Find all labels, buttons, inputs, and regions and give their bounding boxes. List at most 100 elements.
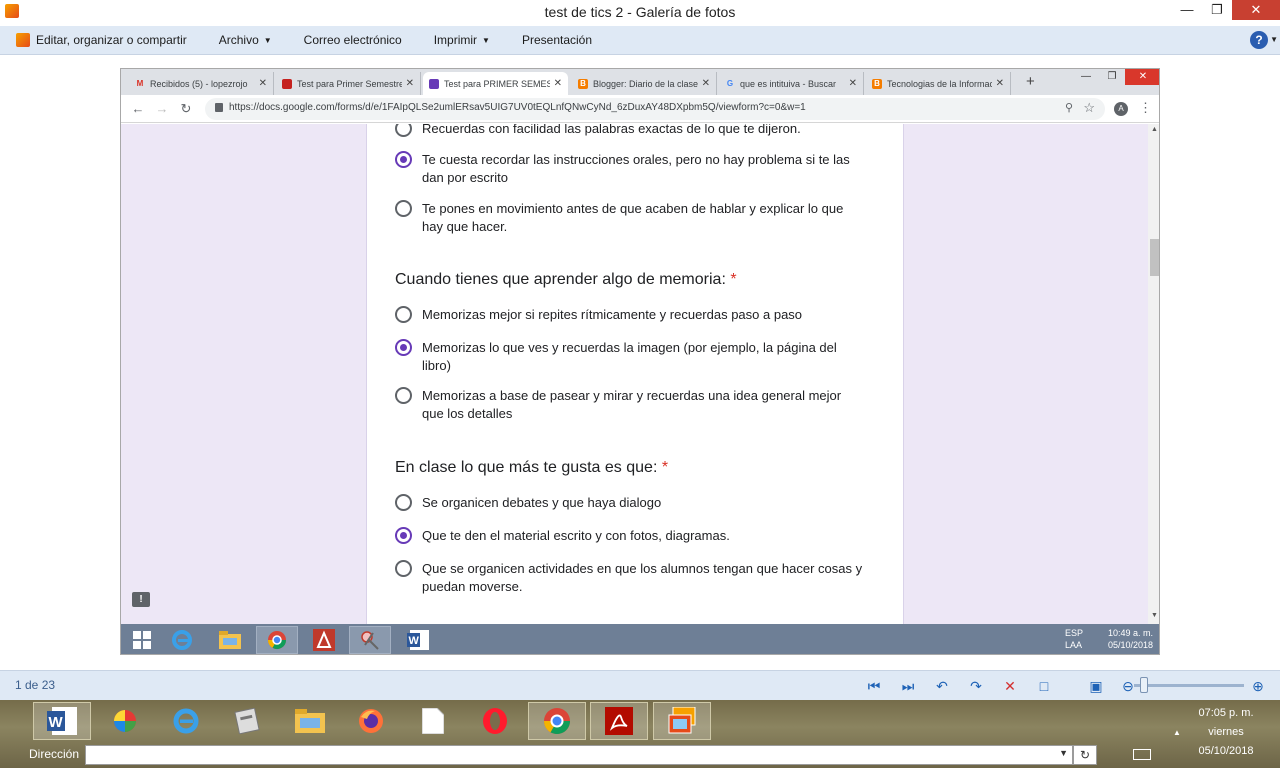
menu-dots-icon[interactable]: ⋮ (1139, 100, 1152, 116)
chrome-icon[interactable] (256, 626, 298, 654)
file-explorer-icon[interactable] (281, 702, 339, 740)
chrome-icon[interactable] (528, 702, 586, 740)
internet-explorer-icon[interactable] (157, 702, 215, 740)
browser-tab[interactable]: G que es intituiva - Buscar ✕ (719, 72, 864, 95)
keyboard-icon[interactable] (1133, 749, 1151, 760)
radio-button[interactable] (395, 387, 412, 404)
tray-clock[interactable]: 10:49 a. m. 05/10/2018 (1108, 627, 1153, 651)
radio-button[interactable] (395, 306, 412, 323)
page-scrollbar[interactable]: ▲ ▼ (1148, 124, 1159, 624)
back-arrow-icon[interactable]: ← (129, 100, 147, 118)
scanner-icon[interactable] (218, 702, 276, 740)
forward-arrow-icon[interactable]: → (153, 100, 171, 118)
help-icon[interactable]: ? (1250, 31, 1268, 49)
close-button[interactable]: ✕ (1125, 69, 1159, 85)
close-button[interactable]: ✕ (1232, 0, 1280, 20)
radio-option[interactable]: Se organicen debates y que haya dialogo (395, 494, 865, 512)
color-wheel-icon[interactable] (96, 702, 154, 740)
photo-gallery-icon (16, 33, 30, 47)
browser-tabstrip: M Recibidos (5) - lopezrojo ✕ Test para … (121, 69, 1159, 95)
address-toolbar-label: Dirección (29, 747, 80, 761)
internet-explorer-icon[interactable] (161, 626, 203, 654)
zoom-slider[interactable] (1134, 684, 1244, 687)
word-icon[interactable]: W (397, 626, 439, 654)
radio-option[interactable]: Que se organicen actividades en que los … (395, 560, 865, 596)
snipping-tool-icon[interactable] (349, 626, 391, 654)
file-explorer-icon[interactable] (209, 626, 251, 654)
browser-tab[interactable]: Test para Primer Semestre ✕ (276, 72, 421, 95)
svg-text:W: W (409, 635, 420, 647)
scroll-thumb[interactable] (1150, 239, 1159, 276)
zoom-in-icon[interactable]: ⊕ (1248, 676, 1268, 696)
photo-gallery-icon[interactable] (653, 702, 711, 740)
delete-icon[interactable]: ✕ (1000, 676, 1020, 696)
rotate-right-icon[interactable]: ↷ (966, 676, 986, 696)
profile-avatar[interactable]: A (1114, 102, 1128, 116)
minimize-button[interactable]: — (1073, 69, 1099, 85)
acrobat-icon[interactable] (590, 702, 648, 740)
tray-language[interactable]: ESP LAA (1065, 627, 1083, 651)
radio-button[interactable] (395, 200, 412, 217)
start-windows-icon[interactable] (121, 626, 163, 654)
chevron-down-icon[interactable]: ▼ (1059, 748, 1068, 758)
browser-tab[interactable]: B Tecnologias de la Información ✕ (866, 72, 1011, 95)
radio-option[interactable]: Que te den el material escrito y con fot… (395, 527, 865, 545)
minimize-button[interactable]: — (1172, 0, 1202, 20)
zoom-slider-thumb[interactable] (1140, 677, 1148, 693)
zoom-icon[interactable]: ⚲ (1065, 101, 1073, 114)
radio-button-checked[interactable] (395, 339, 412, 356)
radio-option[interactable]: Memorizas lo que ves y recuerdas la imag… (395, 339, 865, 375)
radio-option[interactable]: Te pones en movimiento antes de que acab… (395, 200, 865, 236)
radio-option[interactable]: Recuerdas con facilidad las palabras exa… (395, 124, 865, 138)
radio-option[interactable]: Te cuesta recordar las instrucciones ora… (395, 151, 865, 187)
scroll-up-icon[interactable]: ▲ (1151, 126, 1158, 133)
browser-tab[interactable]: B Blogger: Diario de la clase ✕ (572, 72, 717, 95)
feedback-icon[interactable]: ! (132, 592, 150, 607)
close-tab-icon[interactable]: ✕ (554, 78, 562, 89)
slideshow-icon[interactable]: □ (1034, 676, 1054, 696)
radio-option[interactable]: Memorizas mejor si repites rítmicamente … (395, 306, 865, 324)
menu-archivo[interactable]: Archivo ▼ (203, 26, 288, 55)
radio-button[interactable] (395, 560, 412, 577)
new-tab-icon[interactable]: + (1026, 73, 1035, 90)
gallery-menubar: Editar, organizar o compartir Archivo ▼ C… (0, 26, 1280, 55)
menu-correo[interactable]: Correo electrónico (288, 26, 418, 55)
firefox-icon[interactable] (342, 702, 400, 740)
address-toolbar-input[interactable]: ▼ (85, 745, 1073, 765)
previous-icon[interactable]: ⏮ (864, 676, 884, 696)
next-icon[interactable]: ⏭ (898, 676, 918, 696)
menu-imprimir[interactable]: Imprimir ▼ (418, 26, 506, 55)
actual-size-icon[interactable]: ▣ (1086, 676, 1106, 696)
maximize-button[interactable]: ❐ (1099, 69, 1125, 85)
blank-document-icon[interactable] (404, 702, 462, 740)
url-text[interactable]: https://docs.google.com/forms/d/e/1FAIpQ… (229, 102, 806, 113)
menu-edit-organize-share[interactable]: Editar, organizar o compartir (0, 26, 203, 55)
reload-icon[interactable]: ↻ (177, 100, 195, 118)
scroll-down-icon[interactable]: ▼ (1151, 612, 1158, 619)
caret-down-icon: ▼ (263, 35, 272, 45)
close-tab-icon[interactable]: ✕ (702, 78, 710, 89)
rotate-left-icon[interactable]: ↶ (932, 676, 952, 696)
caret-down-icon[interactable]: ▼ (1270, 35, 1278, 44)
radio-button[interactable] (395, 494, 412, 511)
browser-tab-active[interactable]: Test para PRIMER SEMESTRE ✕ (423, 72, 568, 95)
close-tab-icon[interactable]: ✕ (259, 78, 267, 89)
tray-expand-icon[interactable]: ▲ (1173, 728, 1181, 737)
word-icon[interactable]: W (33, 702, 91, 740)
close-tab-icon[interactable]: ✕ (849, 78, 857, 89)
close-tab-icon[interactable]: ✕ (996, 78, 1004, 89)
browser-tab[interactable]: M Recibidos (5) - lopezrojo ✕ (129, 72, 274, 95)
close-tab-icon[interactable]: ✕ (406, 78, 414, 89)
menu-presentacion[interactable]: Presentación (506, 26, 608, 55)
refresh-icon[interactable]: ↻ (1073, 745, 1097, 765)
maximize-button[interactable]: ❐ (1202, 0, 1232, 20)
radio-button[interactable] (395, 124, 412, 137)
bookmark-star-icon[interactable]: ☆ (1083, 100, 1095, 116)
radio-option[interactable]: Memorizas a base de pasear y mirar y rec… (395, 387, 865, 423)
desktop-clock[interactable]: 07:05 p. m. viernes 05/10/2018 (1186, 704, 1266, 761)
radio-button-checked[interactable] (395, 151, 412, 168)
autocad-icon[interactable] (303, 626, 345, 654)
radio-button-checked[interactable] (395, 527, 412, 544)
opera-icon[interactable] (466, 702, 524, 740)
address-bar[interactable]: https://docs.google.com/forms/d/e/1FAIpQ… (205, 98, 1105, 120)
